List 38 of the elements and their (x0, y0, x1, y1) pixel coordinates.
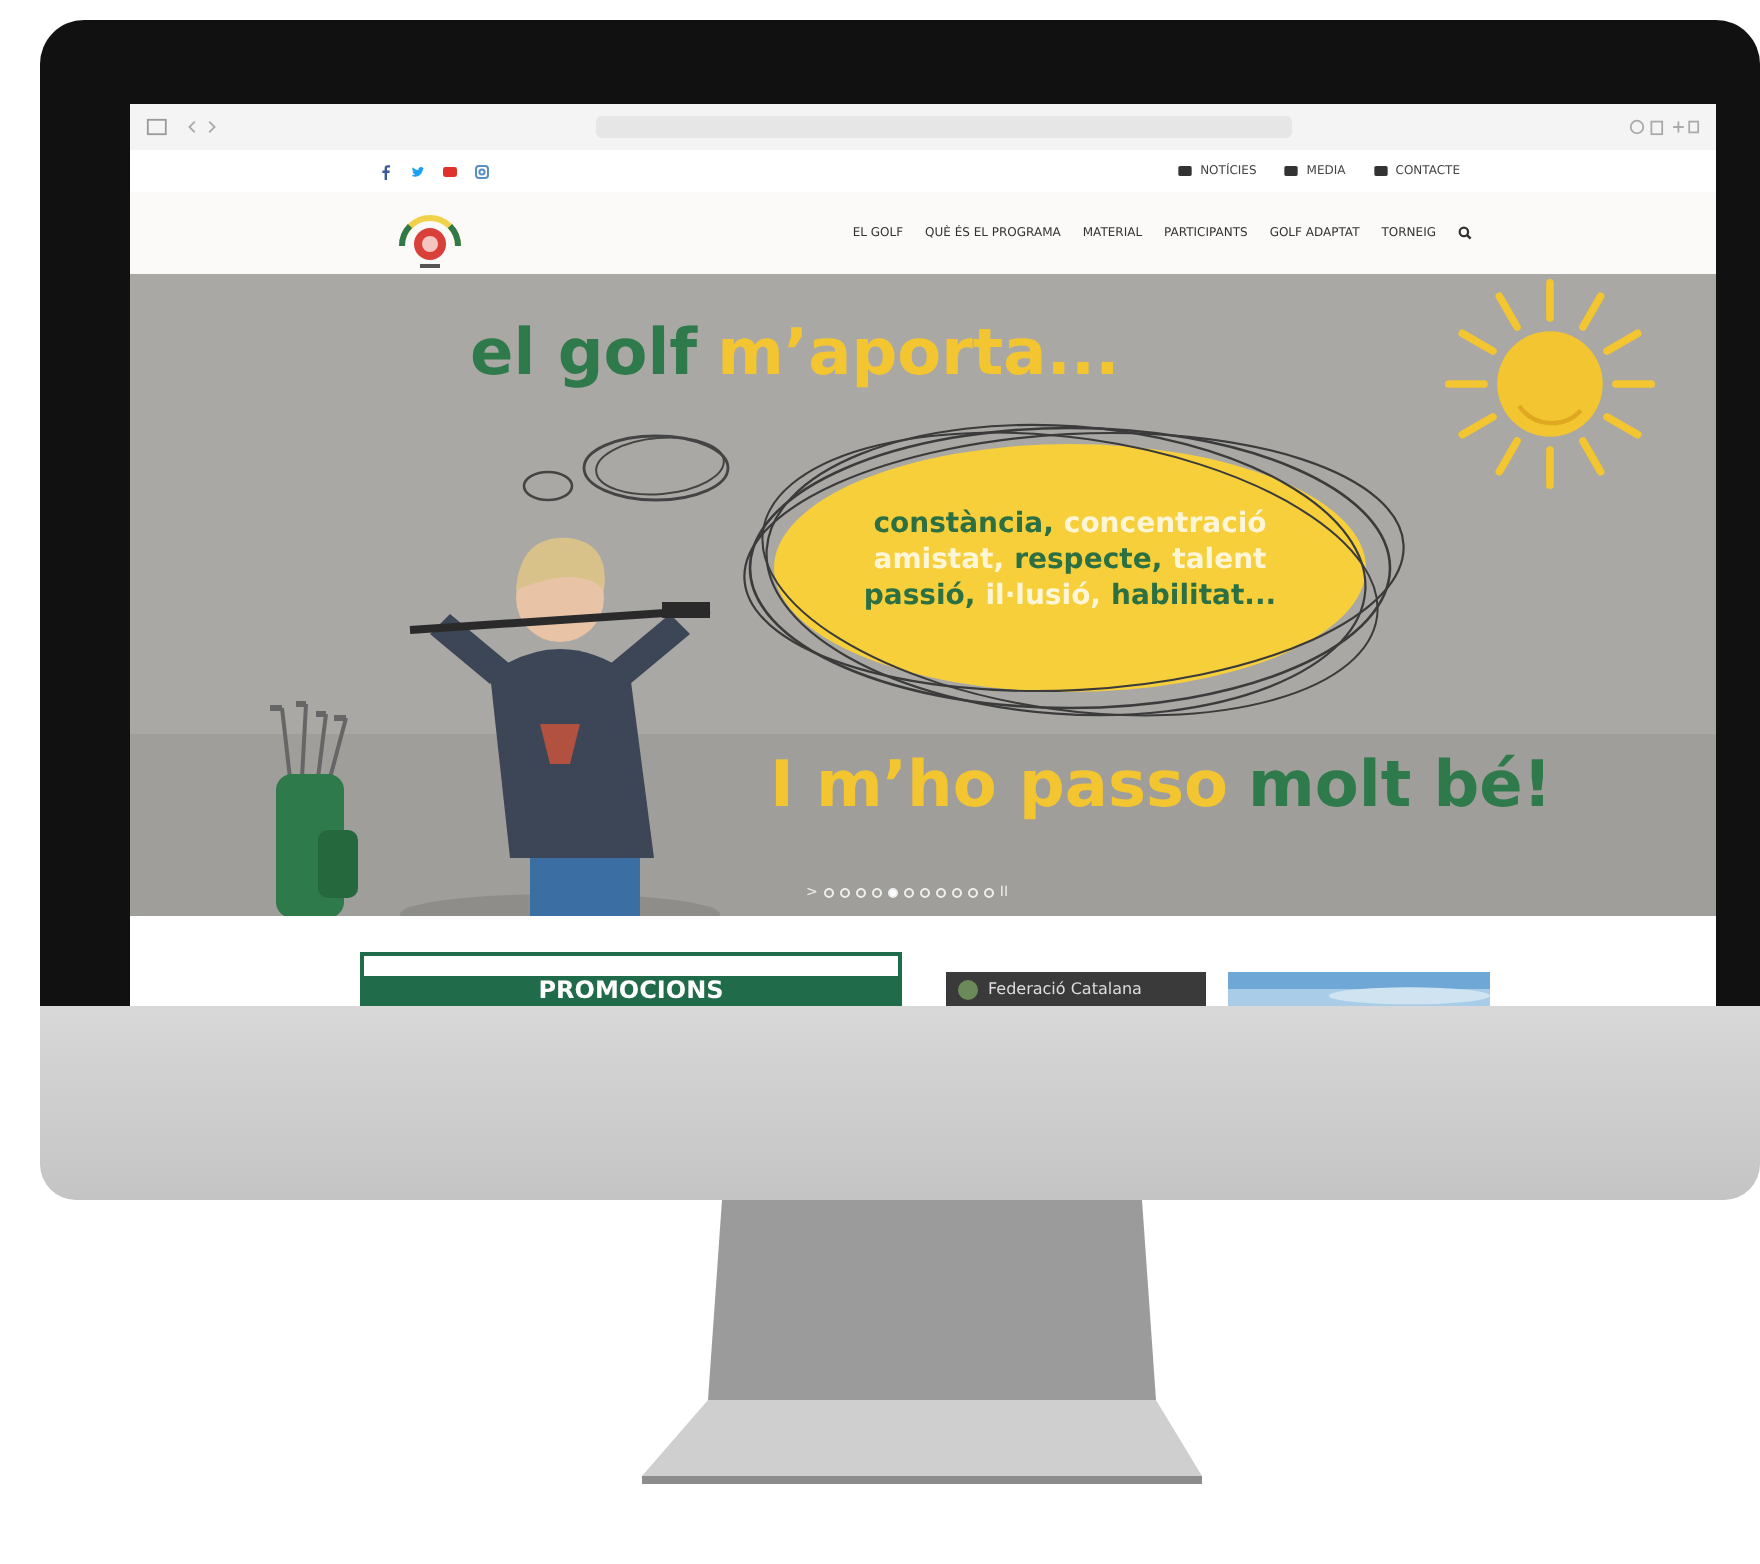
search-icon[interactable] (1458, 226, 1472, 240)
slide-dot[interactable] (887, 887, 898, 897)
video-thumbnail[interactable]: Federació Catalana (946, 972, 1206, 1006)
headline-text: el golf (470, 314, 698, 390)
slide-dot[interactable] (935, 887, 946, 897)
sun-icon (1440, 274, 1660, 494)
back-forward-icon[interactable] (183, 118, 220, 136)
slide-dot[interactable] (839, 887, 850, 897)
bubble-word: constància, (873, 508, 1054, 540)
facebook-icon[interactable] (378, 163, 394, 179)
slide-dot[interactable] (903, 887, 914, 897)
sidebar-icon[interactable] (146, 118, 168, 136)
link-icon (1373, 166, 1388, 176)
bubble-word: respecte, (1014, 544, 1163, 576)
browser-actions-icon[interactable] (1628, 118, 1700, 136)
bubble-word: concentració (1063, 508, 1267, 540)
slide-dot[interactable] (951, 887, 962, 897)
slide-dot[interactable] (919, 887, 930, 897)
slide-dot[interactable] (871, 887, 882, 897)
headline-text: m’aporta... (717, 314, 1120, 390)
twitter-icon[interactable] (410, 163, 426, 179)
instagram-icon[interactable] (474, 163, 490, 179)
slide-dot[interactable] (983, 887, 994, 897)
bubble-word: habilitat... (1111, 580, 1277, 612)
youtube-icon[interactable] (442, 163, 458, 179)
tagline-text: molt bé! (1248, 746, 1552, 822)
tagline-text: I m’ho passo (770, 746, 1229, 822)
bubble-word: amistat, (873, 544, 1005, 576)
slide-dot[interactable] (855, 887, 866, 897)
promo-heading: PROMOCIONS (364, 976, 898, 1006)
bubble-word: talent (1172, 544, 1267, 576)
video-caption: Federació Catalana (988, 980, 1142, 998)
bubble-word: il·lusió, (985, 580, 1101, 612)
bubble-word: passió, (863, 580, 976, 612)
link-icon (1284, 166, 1299, 176)
link-icon (1178, 166, 1193, 176)
slide-dot[interactable] (967, 887, 978, 897)
slide-dot[interactable] (823, 887, 834, 897)
